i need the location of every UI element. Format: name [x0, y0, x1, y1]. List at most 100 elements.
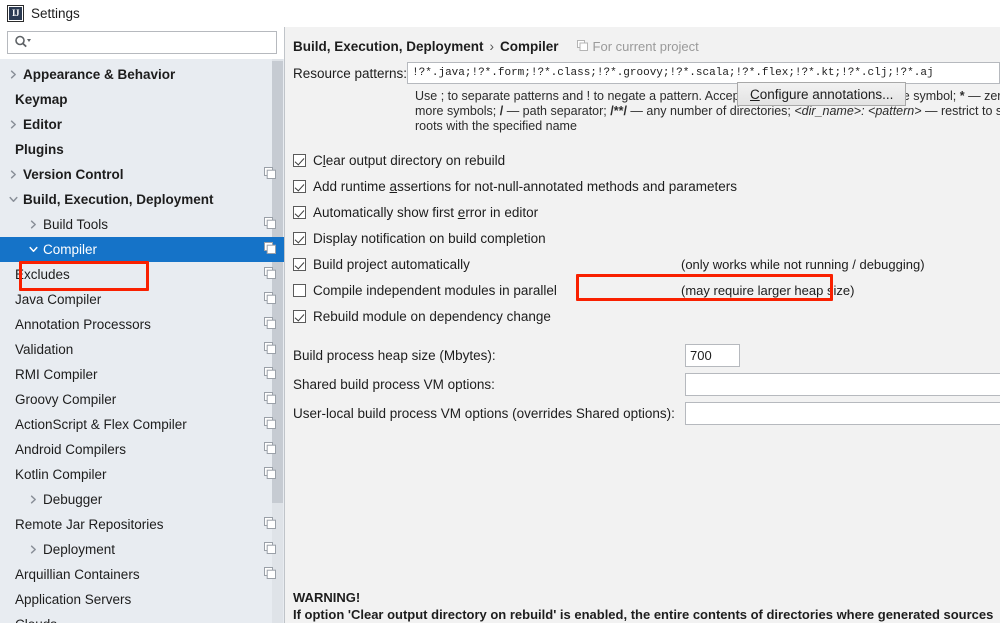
checkbox-unchecked-icon[interactable] — [293, 283, 306, 297]
sidebar-item-label: Remote Jar Repositories — [15, 517, 164, 532]
copy-icon[interactable] — [264, 242, 277, 257]
sidebar-item-groovy-compiler[interactable]: Groovy Compiler — [0, 387, 284, 412]
checkbox-row-add-runtime-assertions-for[interactable]: Add runtime assertions for not-null-anno… — [293, 173, 1000, 199]
field-label: Shared build process VM options: — [293, 377, 495, 392]
configure-annotations-button[interactable]: Configure annotations... — [737, 82, 907, 106]
label-pre: C — [313, 152, 323, 168]
search-input[interactable] — [7, 31, 277, 54]
label-post: rror in editor — [465, 204, 539, 220]
checkbox-row-rebuild-module-on-dependency[interactable]: Rebuild module on dependency change — [293, 303, 1000, 329]
sidebar-item-deployment[interactable]: Deployment — [0, 537, 284, 562]
checkbox-checked-icon[interactable] — [293, 179, 306, 193]
settings-tree[interactable]: Appearance & Behavior Keymap Editor Plugins… — [0, 59, 284, 623]
sidebar-item-validation[interactable]: Validation — [0, 337, 284, 362]
sidebar-item-excludes[interactable]: Excludes — [0, 262, 284, 287]
checkbox-checked-icon[interactable] — [293, 205, 306, 219]
sidebar-item-build-tools[interactable]: Build Tools — [0, 212, 284, 237]
label-mnemonic: a — [389, 178, 398, 194]
copy-icon[interactable] — [264, 367, 277, 382]
sidebar-item-remote-jar-repositories[interactable]: Remote Jar Repositories — [0, 512, 284, 537]
copy-icon[interactable] — [264, 542, 277, 557]
sidebar-item-label: Excludes — [15, 267, 70, 282]
sidebar-item-label: Build, Execution, Deployment — [23, 192, 214, 207]
checkbox-row-compile-independent-modules-in[interactable]: Compile independent modules in parallel (… — [293, 277, 1000, 303]
resource-patterns-input[interactable]: !?*.java;!?*.form;!?*.class;!?*.groovy;!… — [407, 62, 1000, 84]
copy-icon[interactable] — [264, 267, 277, 282]
sidebar-item-version-control[interactable]: Version Control — [0, 162, 284, 187]
chevron-right-icon[interactable] — [8, 119, 19, 130]
copy-icon[interactable] — [264, 417, 277, 432]
checkbox-row-clear-output-directory-on[interactable]: Clear output directory on rebuild — [293, 147, 1000, 173]
sidebar-item-label: Application Servers — [15, 592, 132, 607]
chevron-down-icon[interactable] — [8, 194, 19, 205]
label-pre: Rebuild module on dependency change — [313, 308, 551, 324]
sidebar-item-plugins[interactable]: Plugins — [0, 137, 284, 162]
sidebar-item-editor[interactable]: Editor — [0, 112, 284, 137]
copy-icon — [576, 39, 588, 54]
sidebar-item-compiler[interactable]: Compiler — [0, 237, 284, 262]
sidebar-item-clouds[interactable]: Clouds — [0, 612, 284, 623]
breadcrumb-separator: › — [489, 39, 495, 54]
sidebar-item-keymap[interactable]: Keymap — [0, 87, 284, 112]
checkbox-label: Automatically show first error in editor — [313, 205, 538, 220]
checkbox-label: Build project automatically — [313, 257, 470, 272]
copy-icon[interactable] — [264, 317, 277, 332]
sidebar-item-java-compiler[interactable]: Java Compiler — [0, 287, 284, 312]
sidebar-item-label: Build Tools — [43, 217, 109, 232]
chevron-right-icon[interactable] — [28, 494, 39, 505]
settings-dialog-body: Appearance & Behavior Keymap Editor Plugins… — [0, 27, 1000, 623]
field-input-build-process-heap-size[interactable]: 700 — [685, 344, 740, 367]
copy-icon[interactable] — [264, 467, 277, 482]
field-input-shared-build-process-vm[interactable] — [685, 373, 1000, 396]
sidebar-item-annotation-processors[interactable]: Annotation Processors — [0, 312, 284, 337]
sidebar-item-application-servers[interactable]: Application Servers — [0, 587, 284, 612]
copy-icon[interactable] — [264, 392, 277, 407]
checkbox-row-automatically-show-first-error[interactable]: Automatically show first error in editor — [293, 199, 1000, 225]
checkbox-checked-icon[interactable] — [293, 231, 306, 245]
checkbox-row-build-project-automatically[interactable]: Build project automatically (only works w… — [293, 251, 1000, 277]
sidebar-item-label: Deployment — [43, 542, 116, 557]
sidebar-item-arquillian-containers[interactable]: Arquillian Containers — [0, 562, 284, 587]
chevron-right-icon[interactable] — [28, 219, 39, 230]
copy-icon[interactable] — [264, 342, 277, 357]
copy-icon[interactable] — [264, 517, 277, 532]
field-input-user-local-build-process[interactable] — [685, 402, 1000, 425]
compiler-settings-form: Resource patterns: !?*.java;!?*.form;!?*… — [285, 54, 1000, 428]
chevron-right-icon[interactable] — [8, 69, 19, 80]
chevron-right-icon[interactable] — [8, 169, 19, 180]
breadcrumb-parent[interactable]: Build, Execution, Deployment — [293, 39, 484, 54]
label-pre: Build project automatically — [313, 256, 470, 272]
resource-patterns-help: Use ; to separate patterns and ! to nega… — [415, 89, 1000, 134]
sidebar-item-label: Editor — [23, 117, 62, 132]
sidebar-item-debugger[interactable]: Debugger — [0, 487, 284, 512]
sidebar-item-actionscript-flex-compiler[interactable]: ActionScript & Flex Compiler — [0, 412, 284, 437]
help-line-2: more symbols; / — path separator; /**/ —… — [415, 104, 1000, 118]
sidebar-item-android-compilers[interactable]: Android Compilers — [0, 437, 284, 462]
copy-icon[interactable] — [264, 442, 277, 457]
sidebar-item-appearance-behavior[interactable]: Appearance & Behavior — [0, 62, 284, 87]
checkbox-checked-icon[interactable] — [293, 257, 306, 271]
copy-icon[interactable] — [264, 567, 277, 582]
sidebar-item-label: Plugins — [15, 142, 64, 157]
sidebar-item-build-execution-deployment[interactable]: Build, Execution, Deployment — [0, 187, 284, 212]
checkbox-checked-icon[interactable] — [293, 153, 306, 167]
sidebar-item-label: Groovy Compiler — [15, 392, 117, 407]
sidebar-item-label: Compiler — [43, 242, 98, 257]
field-row-user-local-build-process: User-local build process VM options (ove… — [293, 399, 1000, 428]
sidebar-item-rmi-compiler[interactable]: RMI Compiler — [0, 362, 284, 387]
sidebar-item-kotlin-compiler[interactable]: Kotlin Compiler — [0, 462, 284, 487]
label-pre: Add runtime — [313, 178, 390, 194]
chevron-down-icon[interactable] — [28, 244, 39, 255]
resource-patterns-row: Resource patterns: !?*.java;!?*.form;!?*… — [293, 62, 1000, 84]
checkbox-checked-icon[interactable] — [293, 309, 306, 323]
breadcrumb-scope: For current project — [576, 39, 699, 54]
sidebar-item-label: Arquillian Containers — [15, 567, 140, 582]
checkbox-label: Compile independent modules in parallel — [313, 283, 557, 298]
checkbox-row-display-notification-on-build[interactable]: Display notification on build completion — [293, 225, 1000, 251]
chevron-right-icon[interactable] — [28, 544, 39, 555]
copy-icon[interactable] — [264, 292, 277, 307]
sidebar-search-area — [0, 27, 284, 59]
copy-icon[interactable] — [264, 167, 277, 182]
checkbox-label: Display notification on build completion — [313, 231, 546, 246]
copy-icon[interactable] — [264, 217, 277, 232]
